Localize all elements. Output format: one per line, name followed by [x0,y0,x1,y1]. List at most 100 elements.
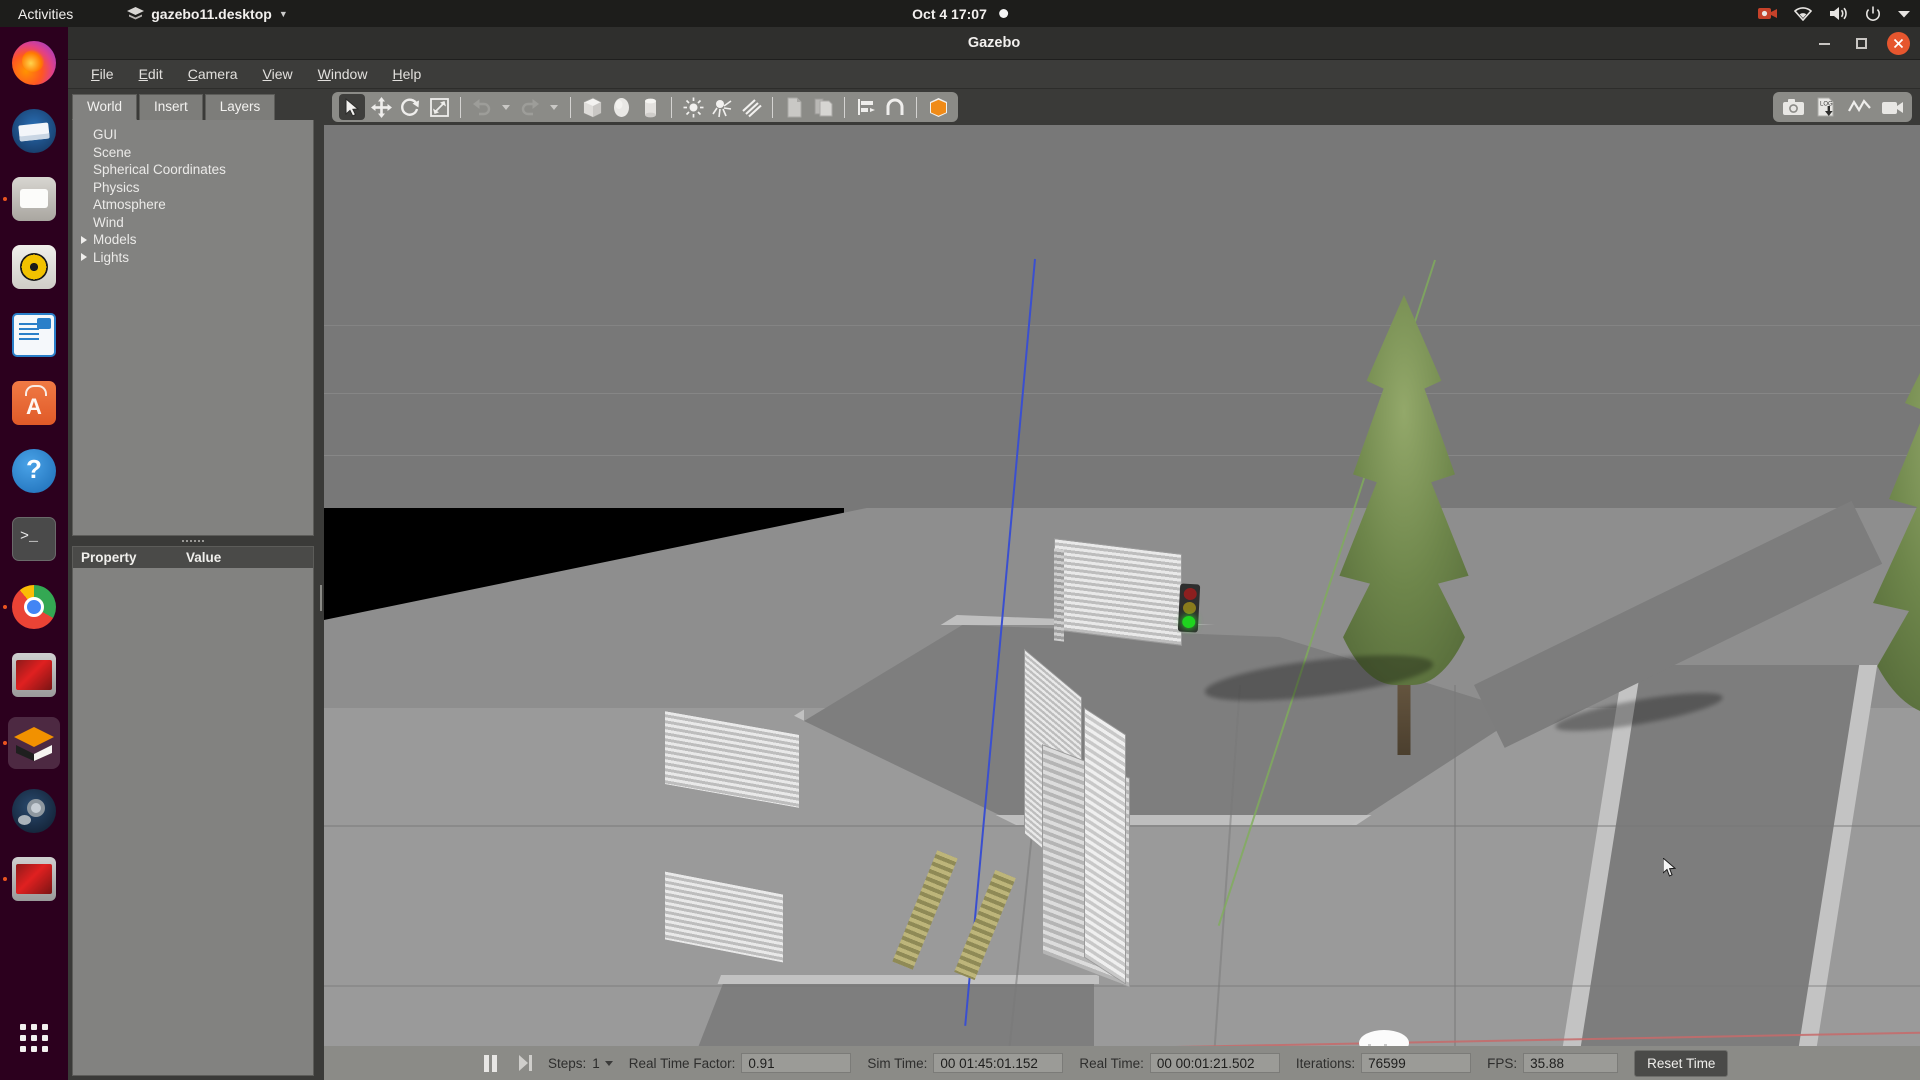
pause-button[interactable] [484,1054,497,1072]
plot-button[interactable] [1846,94,1872,120]
minimize-button[interactable] [1813,32,1836,55]
scale-mode-button[interactable] [426,94,452,120]
tree-item-wind[interactable]: Wind [73,214,313,232]
dock-item-libreoffice-writer[interactable] [8,309,60,361]
expand-arrow-icon[interactable] [81,253,87,262]
pine-tree[interactable] [1834,315,1920,795]
tab-layers[interactable]: Layers [204,94,276,120]
chevron-down-icon[interactable] [604,1060,613,1066]
tree-item-models[interactable]: Models [73,231,313,249]
align-button[interactable] [853,94,879,120]
redo-button[interactable] [517,94,543,120]
insert-box-button[interactable] [579,94,605,120]
insert-sphere-button[interactable] [608,94,634,120]
undo-button[interactable] [469,94,495,120]
dock-item-help[interactable] [8,445,60,497]
column-header-value: Value [186,550,222,565]
dock-item-steam[interactable] [8,785,60,837]
menu-file[interactable]: File [80,63,125,85]
tab-world[interactable]: World [72,94,138,120]
dock-item-google-chrome[interactable] [3,581,60,633]
dock-item-firefox[interactable] [8,37,60,89]
box-icon [583,97,601,117]
menu-help[interactable]: Help [381,63,432,85]
tree-item-label: Physics [93,179,140,195]
menu-edit[interactable]: Edit [128,63,174,85]
chevron-down-icon[interactable] [1898,10,1910,18]
dock-item-terminal[interactable] [8,513,60,565]
tree-item-lights[interactable]: Lights [73,249,313,267]
view-angle-button[interactable] [925,94,951,120]
building-block[interactable] [1084,707,1126,985]
mouse-cursor-icon [1663,858,1676,877]
reset-time-button[interactable]: Reset Time [1634,1049,1729,1077]
scale-icon [429,97,449,117]
activities-button[interactable]: Activities [0,6,87,22]
close-button[interactable] [1887,32,1910,55]
tree-item-physics[interactable]: Physics [73,179,313,197]
show-applications-button[interactable] [8,1012,60,1064]
undo-history-chevron-down-icon[interactable] [502,104,510,110]
menu-camera[interactable]: Camera [177,63,249,85]
window-titlebar[interactable]: Gazebo [68,27,1920,60]
dock-item-thunderbird[interactable] [8,105,60,157]
magnet-snap-icon [886,98,904,115]
dock-item-rhythmbox[interactable] [8,241,60,293]
log-button[interactable]: LOG [1813,94,1839,120]
copy-icon [787,97,801,117]
ubuntu-software-icon [12,381,56,425]
paste-button[interactable] [810,94,836,120]
dock-item-screen-recorder[interactable] [8,649,60,701]
insert-point-light-button[interactable] [680,94,706,120]
playback-controls [484,1054,532,1072]
sphere-icon [613,97,629,117]
traffic-light-yellow [1182,601,1196,615]
video-record-button[interactable] [1879,94,1905,120]
insert-directional-light-button[interactable] [738,94,764,120]
tab-insert[interactable]: Insert [139,94,203,120]
clock-menu-button[interactable]: Oct 4 17:07 [912,6,1008,22]
insert-cylinder-button[interactable] [637,94,663,120]
steps-value[interactable]: 1 [592,1056,600,1071]
simulation-viewport[interactable] [324,125,1920,1046]
running-indicator-dot [3,197,7,201]
building-block[interactable] [1054,538,1182,646]
screenshot-button[interactable] [1780,94,1806,120]
recording-indicator-icon [998,9,1008,18]
volume-icon[interactable] [1829,6,1848,21]
dock-item-gazebo[interactable] [3,717,60,769]
select-mode-button[interactable] [339,94,365,120]
copy-button[interactable] [781,94,807,120]
rotate-mode-button[interactable] [397,94,423,120]
system-status-area[interactable] [1758,6,1910,22]
dock-item-screen-recorder-2[interactable] [3,853,60,905]
menu-window[interactable]: Window [307,63,379,85]
insert-spot-light-button[interactable] [709,94,735,120]
menu-view[interactable]: View [252,63,304,85]
app-menu-button[interactable]: gazebo11.desktop ▼ [127,6,288,22]
traffic-light[interactable] [1177,583,1201,633]
dock-item-ubuntu-software[interactable] [8,377,60,429]
sim-time-field: Sim Time: 00 01:45:01.152 [867,1053,1064,1073]
tree-item-atmosphere[interactable]: Atmosphere [73,196,313,214]
screen-record-icon[interactable] [1758,7,1777,20]
real-time-factor-label: Real Time Factor: [628,1055,736,1071]
step-button[interactable] [519,1055,532,1071]
toolbar-separator [460,96,461,118]
files-icon [12,177,56,221]
redo-history-chevron-down-icon[interactable] [550,104,558,110]
maximize-button[interactable] [1850,32,1873,55]
panel-resize-grip[interactable] [72,536,314,546]
tree-item-scene[interactable]: Scene [73,144,313,162]
tree-item-spherical-coordinates[interactable]: Spherical Coordinates [73,161,313,179]
fps-field: FPS: 35.88 [1487,1053,1619,1073]
tree-item-gui[interactable]: GUI [73,126,313,144]
dock-item-files[interactable] [3,173,60,225]
translate-mode-button[interactable] [368,94,394,120]
steps-control[interactable]: Steps: 1 [548,1056,613,1071]
snap-button[interactable] [882,94,908,120]
turtlebot-robot[interactable] [1354,1030,1414,1046]
power-icon[interactable] [1865,6,1881,22]
wifi-icon[interactable] [1794,6,1812,21]
expand-arrow-icon[interactable] [81,235,87,244]
